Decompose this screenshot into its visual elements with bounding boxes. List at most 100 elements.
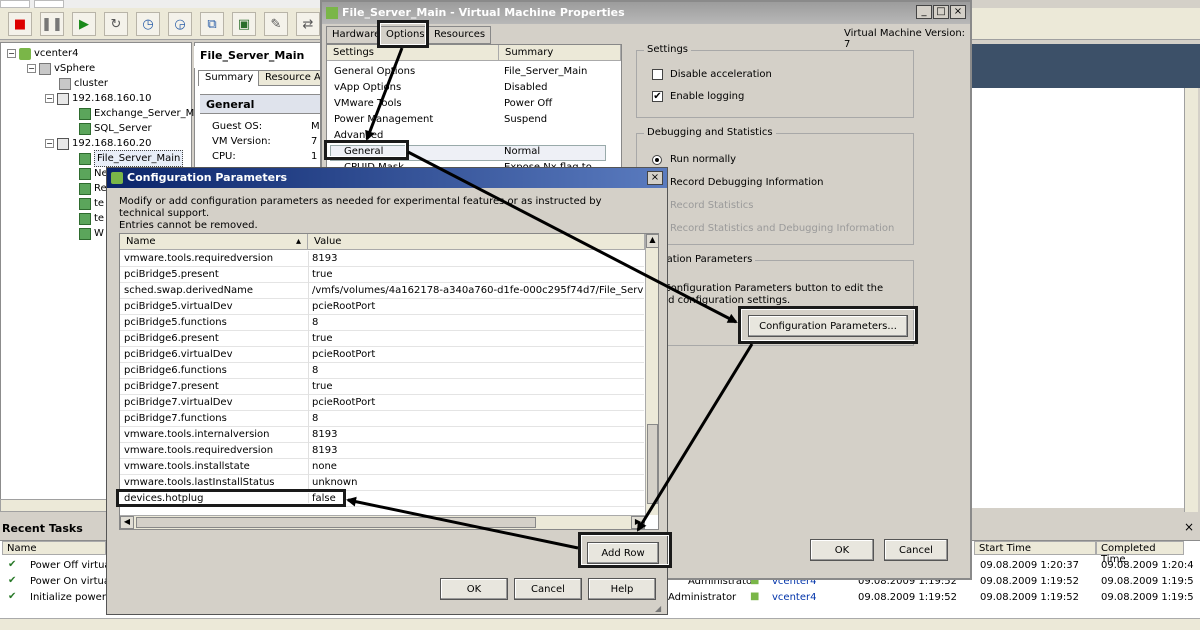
tree-node[interactable]: W xyxy=(79,226,104,241)
parameter-name[interactable]: pciBridge7.functions xyxy=(124,413,227,424)
parameter-value[interactable]: false xyxy=(312,493,644,504)
parameter-value[interactable]: unknown xyxy=(312,477,644,488)
parameter-row[interactable]: pciBridge6.present true xyxy=(120,331,644,347)
run-normally-radio[interactable] xyxy=(652,155,662,165)
resize-grip-icon[interactable]: ◢ xyxy=(655,604,661,613)
snapshot-manager-icon[interactable]: ⧉ xyxy=(200,12,224,36)
task-name[interactable]: Power On virtua xyxy=(30,576,110,587)
close-icon[interactable]: × xyxy=(950,5,966,19)
parameter-value[interactable]: pcieRootPort xyxy=(312,397,644,408)
cancel-button[interactable]: Cancel xyxy=(884,539,948,561)
help-button[interactable]: Help xyxy=(588,578,656,600)
parameter-row[interactable]: pciBridge5.functions 8 xyxy=(120,315,644,331)
parameter-name[interactable]: pciBridge6.virtualDev xyxy=(124,349,233,360)
scroll-left-icon[interactable]: ◀ xyxy=(120,516,134,529)
ok-button[interactable]: OK xyxy=(440,578,508,600)
column-header-completed-time[interactable]: Completed Time xyxy=(1096,541,1184,565)
task-target[interactable]: vcenter4 xyxy=(772,592,816,603)
collapse-icon[interactable]: − xyxy=(7,49,16,58)
column-header-start-time[interactable]: Start Time xyxy=(974,541,1096,555)
cancel-button[interactable]: Cancel xyxy=(514,578,582,600)
ok-button[interactable]: OK xyxy=(810,539,874,561)
scroll-up-icon[interactable]: ▲ xyxy=(646,234,658,248)
column-header-summary[interactable]: Summary xyxy=(499,45,621,61)
tree-node[interactable]: te xyxy=(79,211,104,226)
parameter-row[interactable]: pciBridge7.virtualDev pcieRootPort xyxy=(120,395,644,411)
tree-node[interactable]: −192.168.160.20 xyxy=(45,136,152,151)
parameter-name[interactable]: pciBridge6.functions xyxy=(124,365,227,376)
parameter-name[interactable]: pciBridge7.present xyxy=(124,381,219,392)
parameter-value[interactable]: none xyxy=(312,461,644,472)
stop-icon[interactable]: ■ xyxy=(8,12,32,36)
reset-icon[interactable]: ↻ xyxy=(104,12,128,36)
maximize-icon[interactable]: □ xyxy=(933,5,949,19)
parameter-row[interactable]: vmware.tools.internalversion 8193 xyxy=(120,427,644,443)
parameter-row[interactable]: pciBridge6.virtualDev pcieRootPort xyxy=(120,347,644,363)
parameter-value[interactable]: 8 xyxy=(312,317,644,328)
parameter-value[interactable]: 8 xyxy=(312,365,644,376)
console-icon[interactable]: ▣ xyxy=(232,12,256,36)
parameter-value[interactable]: 8193 xyxy=(312,253,644,264)
play-icon[interactable]: ▶ xyxy=(72,12,96,36)
option-setting[interactable]: vApp Options xyxy=(334,82,401,93)
parameter-value[interactable]: /vmfs/volumes/4a162178-a340a760-d1fe-000… xyxy=(312,285,644,296)
tab-summary[interactable]: Summary xyxy=(198,70,261,86)
disable-acceleration-checkbox[interactable] xyxy=(652,69,663,80)
parameter-row[interactable]: pciBridge6.functions 8 xyxy=(120,363,644,379)
menu-item[interactable] xyxy=(34,0,64,8)
scroll-thumb[interactable] xyxy=(136,517,536,528)
parameter-name[interactable]: pciBridge5.present xyxy=(124,269,219,280)
content-vertical-scrollbar[interactable] xyxy=(1184,88,1198,512)
parameter-name[interactable]: vmware.tools.requiredversion xyxy=(124,253,273,264)
tree-node[interactable]: Ne xyxy=(79,166,108,181)
enable-logging-checkbox[interactable]: ✔ xyxy=(652,91,663,102)
scroll-right-icon[interactable]: ▶ xyxy=(631,516,645,529)
minimize-icon[interactable]: _ xyxy=(916,5,932,19)
parameter-row[interactable]: pciBridge5.virtualDev pcieRootPort xyxy=(120,299,644,315)
snapshot-icon[interactable]: ◷ xyxy=(136,12,160,36)
parameter-value[interactable]: 8193 xyxy=(312,445,644,456)
menu-item[interactable] xyxy=(0,0,30,8)
parameter-value[interactable]: pcieRootPort xyxy=(312,301,644,312)
parameter-value[interactable]: 8193 xyxy=(312,429,644,440)
parameter-value[interactable]: true xyxy=(312,269,644,280)
option-setting[interactable]: Power Management xyxy=(334,114,433,125)
parameter-row[interactable]: pciBridge7.functions 8 xyxy=(120,411,644,427)
collapse-icon[interactable]: − xyxy=(45,94,54,103)
parameter-name[interactable]: vmware.tools.internalversion xyxy=(124,429,270,440)
tree-node[interactable]: Exchange_Server_M xyxy=(79,106,194,121)
scroll-thumb[interactable] xyxy=(647,424,658,504)
parameter-name[interactable]: pciBridge5.functions xyxy=(124,317,227,328)
parameter-name[interactable]: sched.swap.derivedName xyxy=(124,285,253,296)
option-setting[interactable]: VMware Tools xyxy=(334,98,402,109)
parameter-name[interactable]: pciBridge5.virtualDev xyxy=(124,301,233,312)
parameter-name[interactable]: vmware.tools.installstate xyxy=(124,461,250,472)
parameter-row[interactable]: vmware.tools.installstate none xyxy=(120,459,644,475)
column-header-name[interactable]: Name xyxy=(2,541,106,555)
close-icon[interactable]: × xyxy=(647,171,663,185)
edit-settings-icon[interactable]: ✎ xyxy=(264,12,288,36)
tree-node[interactable]: SQL_Server xyxy=(79,121,152,136)
grid-vertical-scrollbar[interactable]: ▲ xyxy=(645,234,658,515)
collapse-icon[interactable]: − xyxy=(45,139,54,148)
parameter-name[interactable]: vmware.tools.requiredversion xyxy=(124,445,273,456)
parameter-row[interactable]: sched.swap.derivedName/vmfs/volumes/4a16… xyxy=(120,283,644,299)
close-icon[interactable]: × xyxy=(1184,520,1194,534)
tree-node[interactable]: te xyxy=(79,196,104,211)
parameter-name[interactable]: pciBridge7.virtualDev xyxy=(124,397,233,408)
tab-resource-allocation[interactable]: Resource A xyxy=(258,70,328,86)
tree-node[interactable]: Re xyxy=(79,181,107,196)
parameter-row[interactable]: pciBridge5.present true xyxy=(120,267,644,283)
task-name[interactable]: Initialize powerin xyxy=(30,592,115,603)
parameter-value[interactable]: true xyxy=(312,333,644,344)
parameter-value[interactable]: 8 xyxy=(312,413,644,424)
pause-icon[interactable]: ❚❚ xyxy=(40,12,64,36)
parameter-row[interactable]: pciBridge7.present true xyxy=(120,379,644,395)
parameter-row[interactable]: vmware.tools.requiredversion 8193 xyxy=(120,443,644,459)
parameter-value[interactable]: pcieRootPort xyxy=(312,349,644,360)
revert-snapshot-icon[interactable]: ◶ xyxy=(168,12,192,36)
parameter-name[interactable]: vmware.tools.lastInstallStatus xyxy=(124,477,275,488)
column-header-value[interactable]: Value xyxy=(308,234,645,250)
column-header-name[interactable]: Name ▴ xyxy=(120,234,308,250)
tree-node[interactable]: cluster xyxy=(59,76,108,91)
